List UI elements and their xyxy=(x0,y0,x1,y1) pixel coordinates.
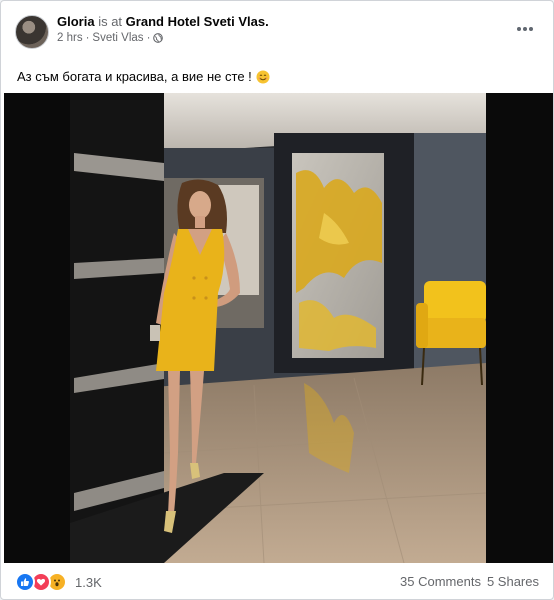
post-time[interactable]: 2 hrs xyxy=(57,31,83,45)
connector-text: is at xyxy=(98,14,123,29)
post-text: Аз съм богата и красива, а вие не сте ! xyxy=(17,69,270,85)
more-dot xyxy=(517,27,521,31)
globe-icon xyxy=(153,33,164,43)
more-dot xyxy=(523,27,527,31)
author-name[interactable]: Gloria xyxy=(57,14,95,29)
reactions-summary[interactable]: 1.3K xyxy=(15,572,102,592)
location-link[interactable]: Grand Hotel Sveti Vlas. xyxy=(126,14,269,29)
post-message: Аз съм богата и красива, а вие не сте ! xyxy=(17,69,252,84)
post-card: Gloria is at Grand Hotel Sveti Vlas. 2 h… xyxy=(0,0,554,600)
meta-separator: · xyxy=(85,32,90,44)
engagement-counts: 35 Comments 5 Shares xyxy=(400,574,539,589)
smiling-face-icon xyxy=(256,70,270,84)
avatar[interactable] xyxy=(15,15,49,49)
more-dot xyxy=(529,27,533,31)
comments-count[interactable]: 35 Comments xyxy=(400,574,481,589)
more-options-icon[interactable] xyxy=(511,19,539,39)
like-icon xyxy=(15,572,35,592)
post-title-line: Gloria is at Grand Hotel Sveti Vlas. xyxy=(57,14,269,30)
hotel-scene xyxy=(70,93,487,563)
meta-separator-2: · xyxy=(146,32,151,44)
reaction-count[interactable]: 1.3K xyxy=(75,575,102,590)
post-meta: 2 hrs · Sveti Vlas · xyxy=(57,31,164,45)
post-footer: 1.3K 35 Comments 5 Shares xyxy=(1,563,553,599)
post-place[interactable]: Sveti Vlas xyxy=(92,31,143,45)
shares-count[interactable]: 5 Shares xyxy=(487,574,539,589)
post-photo[interactable] xyxy=(4,93,553,563)
post-header: Gloria is at Grand Hotel Sveti Vlas. 2 h… xyxy=(1,1,553,57)
